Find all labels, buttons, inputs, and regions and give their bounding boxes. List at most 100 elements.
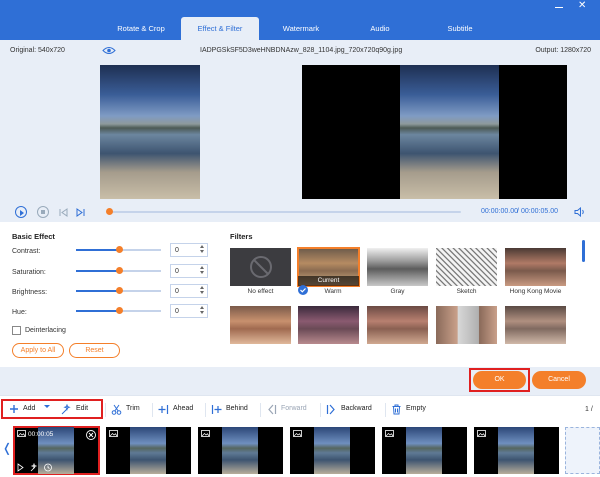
reset-button[interactable]: Reset	[69, 343, 120, 358]
filter-thumb[interactable]	[298, 306, 359, 344]
behind-button[interactable]: Behind	[205, 403, 248, 417]
minimize-icon[interactable]	[554, 2, 564, 12]
trash-icon	[392, 404, 401, 415]
output-resolution: Output: 1280x720	[535, 47, 591, 54]
chevron-left-icon[interactable]: ❬	[2, 441, 12, 455]
filter-thumb[interactable]	[230, 306, 291, 344]
ahead-button[interactable]: Ahead	[152, 403, 193, 417]
magic-wand-icon	[61, 404, 71, 415]
filter-thumb[interactable]	[436, 306, 497, 344]
contrast-label: Contrast:	[12, 248, 41, 255]
clip-thumbnail[interactable]	[106, 427, 191, 474]
add-button[interactable]: Add	[6, 403, 51, 417]
forward-button[interactable]: Forward	[260, 403, 307, 417]
no-effect-icon	[250, 256, 272, 278]
clip-thumbnail[interactable]: 00:00:05	[13, 426, 100, 475]
tab-audio[interactable]: Audio	[345, 17, 415, 40]
filter-name: No effect	[247, 288, 274, 295]
filter-sketch[interactable]	[436, 248, 497, 286]
filter-name: Sketch	[456, 288, 477, 295]
filter-no-effect[interactable]	[230, 248, 291, 286]
filter-name: Warm	[324, 288, 342, 295]
seek-bar[interactable]	[108, 211, 461, 213]
edit-button[interactable]: Edit	[58, 403, 88, 417]
next-frame-icon[interactable]	[76, 208, 85, 217]
seek-handle[interactable]	[106, 208, 113, 215]
brightness-stepper[interactable]: 0	[170, 284, 208, 298]
volume-icon[interactable]	[574, 207, 586, 217]
basic-effect-title: Basic Effect	[12, 232, 55, 241]
deinterlacing-label: Deinterlacing	[25, 327, 66, 334]
info-bar: Original: 540x720 IADPGSkSF5D3weHNBDNAzw…	[0, 40, 600, 62]
close-icon[interactable]: ✕	[578, 1, 586, 11]
original-resolution: Original: 540x720	[10, 47, 65, 54]
filter-name: Gray	[390, 288, 405, 295]
clip-thumbnail[interactable]	[474, 427, 559, 474]
original-preview	[0, 65, 296, 199]
deinterlacing-checkbox[interactable]	[12, 326, 21, 335]
hue-slider[interactable]	[76, 307, 161, 314]
add-ahead-icon	[158, 405, 169, 414]
clip-tools-icon[interactable]	[17, 463, 53, 472]
tab-bar: Rotate & Crop Effect & Filter Watermark …	[0, 0, 600, 40]
contrast-stepper[interactable]: 0	[170, 243, 208, 257]
filter-thumb[interactable]	[367, 306, 428, 344]
eye-icon[interactable]	[102, 46, 116, 55]
timeline-toolbar: Add Edit Trim Ahead Behind Forward Backw…	[0, 395, 600, 423]
brightness-handle[interactable]	[116, 287, 123, 294]
filter-hong-kong-movie[interactable]	[505, 248, 566, 286]
add-clip-placeholder[interactable]	[565, 427, 600, 474]
contrast-slider[interactable]	[76, 246, 161, 253]
chevron-down-icon[interactable]	[200, 311, 205, 316]
ok-button[interactable]: OK	[473, 371, 526, 389]
tab-rotate-crop[interactable]: Rotate & Crop	[100, 17, 182, 40]
clip-thumbnail[interactable]	[382, 427, 467, 474]
saturation-slider[interactable]	[76, 267, 161, 274]
output-image	[400, 65, 499, 199]
dialog-footer: OK Cancel	[0, 367, 600, 395]
contrast-handle[interactable]	[116, 246, 123, 253]
backward-icon	[326, 404, 335, 415]
saturation-stepper[interactable]: 0	[170, 264, 208, 278]
effect-filter-panel: Basic Effect Contrast: 0 Saturation: 0 B…	[0, 222, 600, 367]
file-name: IADPGSkSF5D3weHNBDNAzw_828_1104.jpg_720x…	[200, 47, 403, 54]
chevron-down-icon[interactable]	[200, 271, 205, 276]
chevron-down-icon[interactable]	[200, 291, 205, 296]
clip-thumbnail[interactable]	[198, 427, 283, 474]
total-time: 00:00:05.00	[521, 208, 558, 215]
apply-to-all-button[interactable]: Apply to All	[12, 343, 64, 358]
cancel-button[interactable]: Cancel	[532, 371, 586, 389]
tab-effect-filter[interactable]: Effect & Filter	[181, 17, 259, 40]
image-icon	[201, 430, 210, 437]
clip-thumbnail[interactable]	[290, 427, 375, 474]
empty-button[interactable]: Empty	[385, 403, 426, 417]
output-preview	[302, 65, 567, 199]
backward-button[interactable]: Backward	[320, 403, 372, 417]
filter-warm[interactable]: Current	[297, 247, 360, 287]
tab-subtitle[interactable]: Subtitle	[422, 17, 498, 40]
brightness-label: Brightness:	[12, 289, 48, 296]
original-image	[100, 65, 200, 199]
preview-area	[0, 62, 600, 202]
forward-icon	[268, 404, 277, 415]
play-button[interactable]	[15, 206, 27, 218]
chevron-down-icon[interactable]	[43, 404, 51, 410]
plus-icon	[10, 405, 18, 413]
filters-scrollbar[interactable]	[582, 240, 585, 262]
hue-label: Hue:	[12, 309, 27, 316]
saturation-handle[interactable]	[116, 267, 123, 274]
filter-gray[interactable]	[367, 248, 428, 286]
brightness-slider[interactable]	[76, 287, 161, 294]
close-circle-icon[interactable]	[86, 430, 96, 440]
image-icon	[109, 430, 118, 437]
chevron-down-icon[interactable]	[200, 250, 205, 255]
image-icon	[17, 430, 26, 437]
hue-stepper[interactable]: 0	[170, 304, 208, 318]
previous-frame-icon[interactable]	[59, 208, 68, 217]
trim-button[interactable]: Trim	[105, 403, 140, 417]
stop-button[interactable]	[37, 206, 49, 218]
tab-watermark[interactable]: Watermark	[262, 17, 340, 40]
filter-thumb[interactable]	[505, 306, 566, 344]
scissors-icon	[111, 404, 122, 415]
hue-handle[interactable]	[116, 307, 123, 314]
